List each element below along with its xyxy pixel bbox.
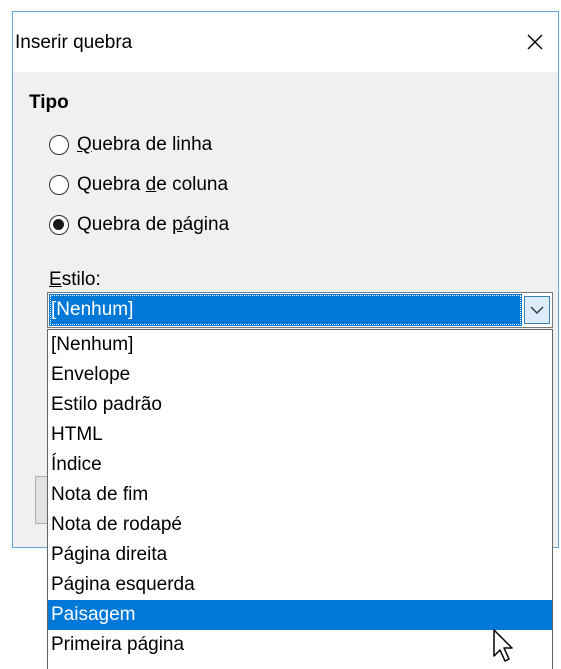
radio-button[interactable] [49, 175, 69, 195]
style-combobox[interactable]: [Nenhum] [47, 292, 553, 328]
style-label: Estilo: [49, 269, 101, 290]
dropdown-option-highlighted[interactable]: Paisagem [48, 600, 552, 630]
radio-column-break[interactable]: Quebra de coluna [49, 172, 228, 198]
chevron-down-icon [530, 306, 544, 314]
radio-label-column-break: Quebra de coluna [77, 174, 229, 195]
radio-label-page-break: Quebra de página [77, 214, 230, 235]
dropdown-option[interactable]: Página direita [48, 540, 552, 570]
dialog-title: Inserir quebra [15, 32, 133, 53]
dropdown-option[interactable]: HTML [48, 420, 552, 450]
radio-line-break[interactable]: Quebra de linha [49, 132, 212, 158]
radio-label-line-break: Quebra de linha [77, 134, 213, 155]
type-section-title: Tipo [29, 92, 69, 113]
radio-button[interactable] [49, 135, 69, 155]
dropdown-option[interactable]: Página esquerda [48, 570, 552, 600]
close-icon [527, 34, 543, 50]
dropdown-toggle-button[interactable] [524, 296, 550, 324]
dropdown-option[interactable]: Envelope [48, 360, 552, 390]
close-button[interactable] [512, 12, 558, 72]
dropdown-option[interactable]: Nota de fim [48, 480, 552, 510]
dropdown-option[interactable]: Estilo padrão [48, 390, 552, 420]
radio-page-break[interactable]: Quebra de página [49, 212, 229, 238]
title-bar: Inserir quebra [13, 12, 558, 72]
dropdown-option[interactable]: [Nenhum] [48, 330, 552, 360]
style-combobox-value[interactable]: [Nenhum] [49, 294, 522, 326]
style-dropdown-list[interactable]: [Nenhum] Envelope Estilo padrão HTML Índ… [47, 329, 553, 669]
dropdown-option[interactable]: Nota de rodapé [48, 510, 552, 540]
mouse-pointer-icon [493, 629, 513, 662]
dropdown-option[interactable]: Primeira página [48, 630, 552, 660]
dropdown-option[interactable]: Índice [48, 450, 552, 480]
radio-button-checked[interactable] [49, 215, 69, 235]
